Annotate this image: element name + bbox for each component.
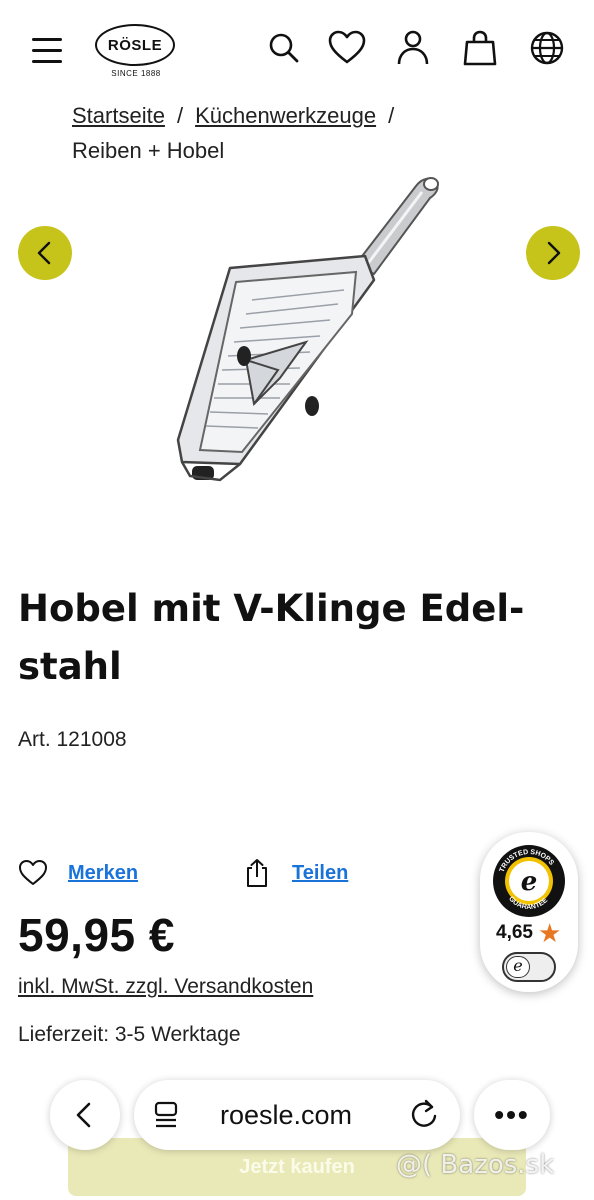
trusted-toggle[interactable]: e	[502, 952, 556, 982]
teilen-link[interactable]: Teilen	[292, 862, 348, 885]
breadcrumb: Startseite / Küchenwerkzeuge / Reiben + Hob…	[72, 98, 532, 168]
teilen-action[interactable]: Teilen	[242, 858, 348, 888]
product-actions: Merken Teilen	[18, 858, 438, 898]
browser-url: roesle.com	[220, 1100, 353, 1130]
trusted-toggle-knob: e	[506, 956, 530, 978]
logo-tagline: SINCE 1888	[111, 69, 161, 78]
search-icon[interactable]	[264, 28, 304, 68]
heart-icon[interactable]	[18, 858, 48, 888]
star-icon: ★	[538, 918, 562, 948]
tabs-icon[interactable]	[152, 1100, 182, 1130]
browser-address-bar[interactable]: roesle.com	[134, 1080, 460, 1150]
vat-shipping-link[interactable]: inkl. MwSt. zzgl. Versandkosten	[18, 975, 313, 999]
trusted-rating: 4,65	[496, 922, 533, 943]
breadcrumb-link-home[interactable]: Startseite	[72, 103, 165, 128]
user-icon[interactable]	[393, 28, 433, 68]
browser-more-button[interactable]: •••	[474, 1080, 550, 1150]
trusted-shops-seal-icon: e TRUSTED SHOPS GUARANTEE	[493, 845, 565, 917]
product-title: Hobel mit V-Klinge Edel-stahl	[18, 587, 525, 688]
share-icon[interactable]	[242, 858, 272, 888]
trusted-shops-badge[interactable]: e TRUSTED SHOPS GUARANTEE 4,65 ★ e	[480, 832, 578, 992]
gallery-prev-button[interactable]	[18, 226, 72, 280]
product-gallery	[0, 160, 594, 520]
logo-wordmark: RÖSLE	[95, 24, 175, 66]
chevron-left-icon	[76, 1102, 91, 1128]
browser-toolbar: roesle.com •••	[0, 1076, 594, 1156]
site-header: RÖSLE SINCE 1888	[0, 0, 594, 100]
chevron-right-icon	[547, 241, 561, 265]
product-price: 59,95 €	[18, 909, 175, 961]
svg-text:e: e	[521, 867, 538, 897]
breadcrumb-separator: /	[388, 103, 395, 128]
browser-back-button[interactable]	[50, 1080, 120, 1150]
article-number: Art. 121008	[18, 728, 127, 751]
menu-icon[interactable]	[32, 38, 64, 68]
watermark: @( Bazos.sk	[396, 1150, 555, 1180]
delivery-time: Lieferzeit: 3-5 Werktage	[18, 1023, 241, 1046]
bag-icon[interactable]	[460, 28, 500, 68]
breadcrumb-separator: /	[176, 103, 184, 128]
product-image[interactable]	[160, 164, 450, 504]
brand-logo[interactable]: RÖSLE SINCE 1888	[95, 24, 177, 84]
globe-icon[interactable]	[527, 28, 567, 68]
breadcrumb-link-kuechenwerkzeuge[interactable]: Küchenwerkzeuge	[195, 103, 376, 128]
merken-link[interactable]: Merken	[68, 862, 138, 885]
chevron-left-icon	[37, 241, 51, 265]
heart-icon[interactable]	[327, 28, 367, 68]
merken-action[interactable]: Merken	[18, 858, 138, 888]
gallery-next-button[interactable]	[526, 226, 580, 280]
reload-icon[interactable]	[408, 1098, 440, 1130]
